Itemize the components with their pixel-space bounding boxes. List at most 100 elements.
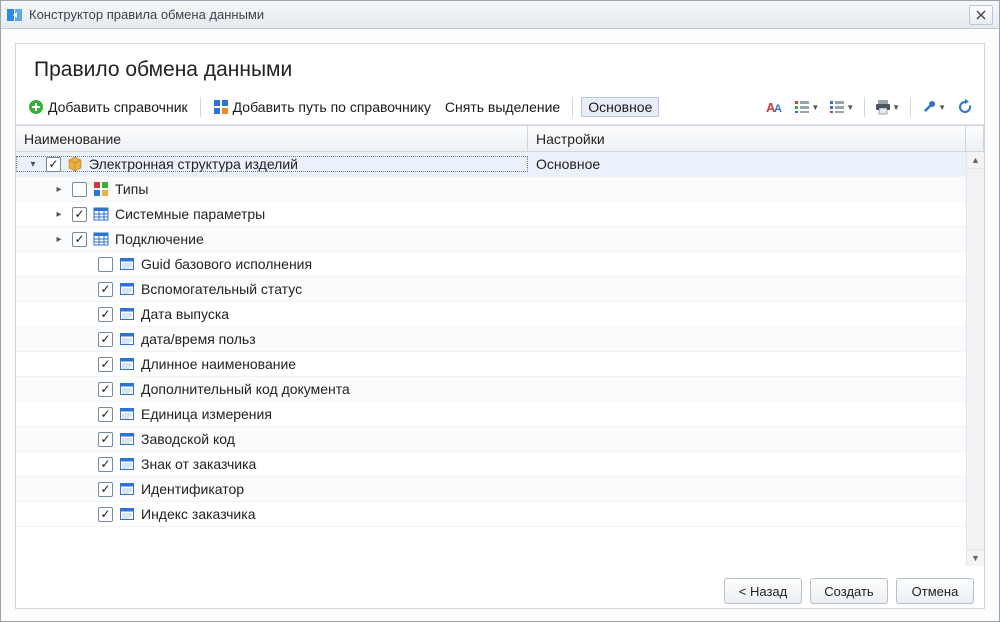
chevron-down-icon: ▼ <box>892 103 900 112</box>
add-reference-button[interactable]: Добавить справочник <box>24 97 192 117</box>
tree-row-label: Знак от заказчика <box>141 456 256 472</box>
checkbox[interactable] <box>98 457 113 472</box>
tree-row[interactable]: Дата выпуска <box>16 302 966 327</box>
back-button[interactable]: < Назад <box>724 578 802 604</box>
checkbox[interactable] <box>98 382 113 397</box>
tree-row[interactable]: ▸ Типы <box>16 177 966 202</box>
tree-row[interactable]: Идентификатор <box>16 477 966 502</box>
expander-closed-icon[interactable]: ▸ <box>52 234 66 245</box>
deselect-label: Снять выделение <box>445 99 560 115</box>
checkbox[interactable] <box>72 182 87 197</box>
chevron-down-icon: ▼ <box>938 103 946 112</box>
expander-open-icon[interactable]: ▾ <box>26 159 40 170</box>
table-icon <box>93 231 109 247</box>
tree-row-label: Подключение <box>115 231 204 247</box>
tree-row-label: Идентификатор <box>141 481 244 497</box>
expander-closed-icon[interactable]: ▸ <box>52 209 66 220</box>
tree-row-label: дата/время польз <box>141 331 256 347</box>
content-panel: Правило обмена данными Добавить справочн… <box>15 43 985 609</box>
tree-row[interactable]: ▸ Системные параметры <box>16 202 966 227</box>
add-path-label: Добавить путь по справочнику <box>233 99 431 115</box>
close-button[interactable] <box>969 5 993 25</box>
scroll-up-icon[interactable]: ▲ <box>967 152 984 169</box>
field-icon <box>119 481 135 497</box>
app-icon <box>7 7 23 23</box>
tree-row-label: Вспомогательный статус <box>141 281 302 297</box>
field-icon <box>119 456 135 472</box>
cancel-button[interactable]: Отмена <box>896 578 974 604</box>
titlebar: Конструктор правила обмена данными <box>1 1 999 29</box>
checkbox[interactable] <box>46 157 61 172</box>
tree-list: Наименование Настройки ▾ Электронная стру… <box>16 125 984 566</box>
checkbox[interactable] <box>98 482 113 497</box>
types-icon <box>93 181 109 197</box>
chevron-down-icon: ▼ <box>846 103 854 112</box>
window-title: Конструктор правила обмена данными <box>29 7 969 22</box>
list1-icon-button[interactable]: ▼ <box>792 98 821 116</box>
column-headers: Наименование Настройки <box>16 126 984 152</box>
tree-row-label: Дополнительный код документа <box>141 381 350 397</box>
field-icon <box>119 331 135 347</box>
tree-row[interactable]: ▸ Подключение <box>16 227 966 252</box>
expander-closed-icon[interactable]: ▸ <box>52 184 66 195</box>
create-button[interactable]: Создать <box>810 578 888 604</box>
tree-row-label: Системные параметры <box>115 206 265 222</box>
tree-row[interactable]: Вспомогательный статус <box>16 277 966 302</box>
tree-row[interactable]: Индекс заказчика <box>16 502 966 527</box>
field-icon <box>119 506 135 522</box>
tree-row[interactable]: Длинное наименование <box>16 352 966 377</box>
wrench-icon-button[interactable]: ▼ <box>919 98 948 116</box>
scrollbar[interactable]: ▲ ▼ <box>966 152 984 566</box>
tree-row-label: Заводской код <box>141 431 235 447</box>
tree-row-label: Дата выпуска <box>141 306 229 322</box>
checkbox[interactable] <box>72 232 87 247</box>
package-icon <box>67 156 83 172</box>
column-header-settings[interactable]: Настройки <box>528 126 966 151</box>
tree-row[interactable]: дата/время польз <box>16 327 966 352</box>
separator <box>572 97 573 117</box>
checkbox[interactable] <box>98 432 113 447</box>
scroll-down-icon[interactable]: ▼ <box>967 549 984 566</box>
svg-text:A: A <box>774 103 782 115</box>
tree-row-label: Guid базового исполнения <box>141 256 312 272</box>
main-toggle[interactable]: Основное <box>581 97 659 117</box>
checkbox[interactable] <box>98 507 113 522</box>
tree-row-label: Индекс заказчика <box>141 506 255 522</box>
tree-row[interactable]: Guid базового исполнения <box>16 252 966 277</box>
checkbox[interactable] <box>98 307 113 322</box>
checkbox[interactable] <box>98 282 113 297</box>
window-body: Правило обмена данными Добавить справочн… <box>1 29 999 621</box>
window-frame: Конструктор правила обмена данными Прави… <box>0 0 1000 622</box>
tree-row[interactable]: ▾ Электронная структура изделий Основное <box>16 152 966 177</box>
print-icon-button[interactable]: ▼ <box>873 98 902 116</box>
list2-icon-button[interactable]: ▼ <box>827 98 856 116</box>
table-icon <box>93 206 109 222</box>
tree-row-label: Электронная структура изделий <box>89 156 298 172</box>
toolbar: Добавить справочник Добавить путь по спр… <box>16 92 984 125</box>
add-path-button[interactable]: Добавить путь по справочнику <box>209 97 435 117</box>
tree-row[interactable]: Знак от заказчика <box>16 452 966 477</box>
tree-row-label: Типы <box>115 181 148 197</box>
tree-row[interactable]: Заводской код <box>16 427 966 452</box>
tree-row-label: Длинное наименование <box>141 356 296 372</box>
refresh-icon-button[interactable] <box>954 96 976 118</box>
checkbox[interactable] <box>98 407 113 422</box>
field-icon <box>119 381 135 397</box>
tree-row[interactable]: Единица измерения <box>16 402 966 427</box>
field-icon <box>119 406 135 422</box>
checkbox[interactable] <box>72 207 87 222</box>
column-header-name[interactable]: Наименование <box>16 126 528 151</box>
field-icon <box>119 281 135 297</box>
separator <box>864 97 865 117</box>
deselect-button[interactable]: Снять выделение <box>441 97 564 117</box>
checkbox[interactable] <box>98 357 113 372</box>
field-icon <box>119 256 135 272</box>
font-icon-button[interactable]: AA <box>764 96 786 118</box>
checkbox[interactable] <box>98 332 113 347</box>
tree-row-settings: Основное <box>528 156 966 172</box>
footer-buttons: < Назад Создать Отмена <box>16 566 984 608</box>
checkbox[interactable] <box>98 257 113 272</box>
tree-row[interactable]: Дополнительный код документа <box>16 377 966 402</box>
chevron-down-icon: ▼ <box>811 103 819 112</box>
add-reference-label: Добавить справочник <box>48 99 188 115</box>
